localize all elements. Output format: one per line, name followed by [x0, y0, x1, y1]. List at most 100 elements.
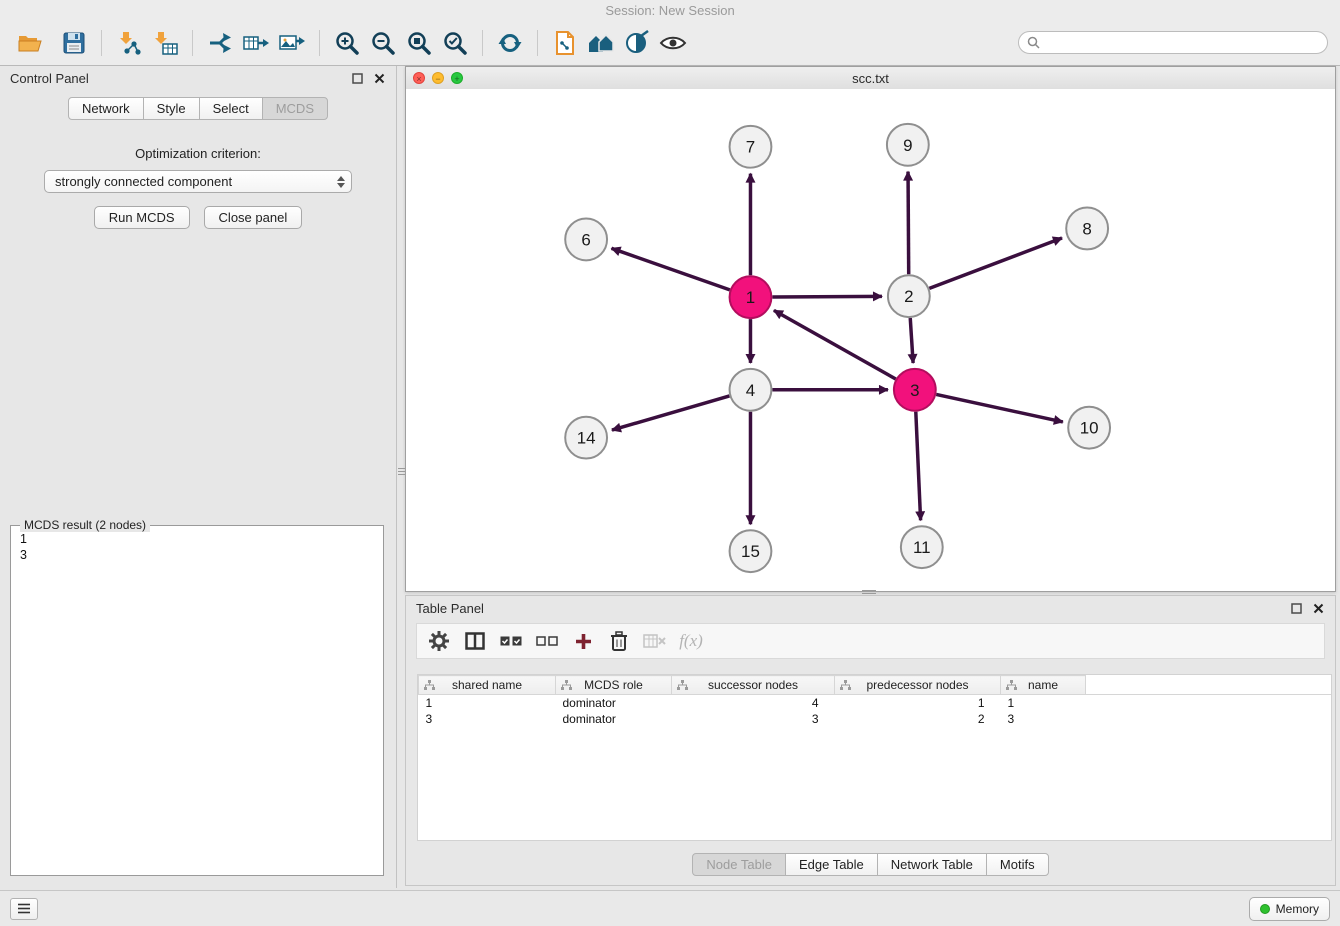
criterion-selected-value: strongly connected component	[55, 174, 232, 189]
column-header-filler	[1086, 676, 1332, 695]
graph-node-label: 10	[1080, 419, 1099, 438]
tab-network[interactable]: Network	[68, 97, 144, 120]
export-image-button[interactable]	[274, 25, 310, 61]
graph-node-label: 14	[577, 429, 596, 448]
select-all-button[interactable]	[495, 626, 527, 656]
graph-node-2[interactable]: 2	[888, 275, 930, 317]
table-panel-title: Table Panel	[416, 601, 484, 616]
maximize-window-button[interactable]: +	[451, 72, 463, 84]
graph-edge-3-10[interactable]	[936, 394, 1063, 421]
memory-button[interactable]: Memory	[1249, 897, 1330, 921]
new-network-from-selection-button[interactable]	[202, 25, 238, 61]
zoom-in-button[interactable]	[329, 25, 365, 61]
task-history-button[interactable]	[10, 898, 38, 920]
column-header-shared-name[interactable]: shared name	[419, 676, 556, 695]
graph-node-9[interactable]: 9	[887, 124, 929, 166]
node-table: shared name MCDS role successor nodesprede…	[418, 675, 1331, 727]
table-row[interactable]: 1dominator411	[419, 695, 1332, 712]
column-header-successor-nodes[interactable]: successor nodes	[672, 676, 835, 695]
graph-edge-3-11[interactable]	[916, 412, 921, 521]
zoom-selected-button[interactable]	[437, 25, 473, 61]
toggle-visibility-button[interactable]	[655, 25, 691, 61]
table-cell: 3	[1001, 711, 1086, 727]
save-session-button[interactable]	[56, 25, 92, 61]
graph-node-label: 8	[1082, 219, 1091, 238]
graph-edge-3-1[interactable]	[774, 310, 896, 379]
vertical-splitter-handle[interactable]	[398, 462, 405, 480]
delete-rows-button[interactable]	[603, 626, 635, 656]
graph-node-14[interactable]: 14	[565, 417, 607, 459]
tab-style[interactable]: Style	[143, 97, 200, 120]
close-window-button[interactable]: ×	[413, 72, 425, 84]
image-export-icon	[278, 31, 306, 55]
graph-node-15[interactable]: 15	[730, 530, 772, 572]
close-panel-action-button[interactable]: Close panel	[204, 206, 303, 229]
neighbors-button[interactable]	[583, 25, 619, 61]
criterion-select[interactable]: strongly connected component	[44, 170, 352, 193]
select-all-icon	[500, 634, 522, 648]
minimize-window-button[interactable]: −	[432, 72, 444, 84]
delete-table-icon	[643, 633, 667, 649]
graph-node-6[interactable]: 6	[565, 218, 607, 260]
delete-table-button[interactable]	[639, 626, 671, 656]
graph-node-label: 11	[913, 538, 931, 557]
column-header-mcds-role[interactable]: MCDS role	[556, 676, 672, 695]
horizontal-splitter-handle[interactable]	[860, 588, 878, 595]
column-tree-icon	[561, 680, 572, 690]
table-row[interactable]: 3dominator323	[419, 711, 1332, 727]
graph-edge-1-6[interactable]	[612, 248, 730, 290]
style-button[interactable]	[619, 25, 655, 61]
graph-edge-4-14[interactable]	[612, 396, 729, 430]
search-input[interactable]	[1045, 35, 1319, 51]
control-panel-float-button[interactable]	[350, 71, 364, 85]
apply-layout-button[interactable]	[492, 25, 528, 61]
graph-edge-2-3[interactable]	[910, 318, 913, 363]
open-session-button[interactable]	[12, 25, 48, 61]
houses-icon	[586, 31, 616, 55]
node-table-area: shared name MCDS role successor nodesprede…	[417, 674, 1332, 841]
table-tab-edge-table[interactable]: Edge Table	[785, 853, 878, 876]
table-cell: dominator	[556, 695, 672, 712]
add-row-icon	[574, 632, 593, 651]
graph-node-10[interactable]: 10	[1068, 407, 1110, 449]
table-tab-motifs[interactable]: Motifs	[986, 853, 1049, 876]
run-mcds-button[interactable]: Run MCDS	[94, 206, 190, 229]
zoom-out-button[interactable]	[365, 25, 401, 61]
column-header-predecessor-nodes[interactable]: predecessor nodes	[835, 676, 1001, 695]
table-tab-node-table[interactable]: Node Table	[692, 853, 786, 876]
graph-node-label: 3	[910, 381, 919, 400]
table-settings-button[interactable]	[423, 626, 455, 656]
graph-node-8[interactable]: 8	[1066, 208, 1108, 250]
table-panel-close-button[interactable]	[1311, 601, 1325, 615]
tab-mcds[interactable]: MCDS	[262, 97, 328, 120]
graph-node-7[interactable]: 7	[730, 126, 772, 168]
zoom-fit-icon	[406, 30, 432, 56]
column-header-name[interactable]: name	[1001, 676, 1086, 695]
import-network-button[interactable]	[111, 25, 147, 61]
mcds-result-title: MCDS result (2 nodes)	[20, 518, 150, 532]
graph-node-4[interactable]: 4	[730, 369, 772, 411]
column-visibility-button[interactable]	[459, 626, 491, 656]
export-table-button[interactable]	[238, 25, 274, 61]
zoom-in-icon	[334, 30, 360, 56]
graph-node-3[interactable]: 3	[894, 369, 936, 411]
graph-edge-2-8[interactable]	[929, 238, 1062, 288]
deselect-all-button[interactable]	[531, 626, 563, 656]
mcds-result-list: 13	[11, 526, 383, 568]
graph-node-11[interactable]: 11	[901, 526, 943, 568]
network-canvas[interactable]: 7 9 6 8 1 2 4 3 14 10 15 11	[406, 89, 1335, 591]
table-tab-network-table[interactable]: Network Table	[877, 853, 987, 876]
graph-edge-1-2[interactable]	[772, 296, 882, 297]
graph-node-1[interactable]: 1	[730, 276, 772, 318]
add-row-button[interactable]	[567, 626, 599, 656]
graph-edge-2-9[interactable]	[908, 172, 909, 275]
table-panel-float-button[interactable]	[1289, 601, 1303, 615]
zoom-fit-button[interactable]	[401, 25, 437, 61]
control-panel: Control Panel NetworkStyleSelectMCDS Opt…	[0, 66, 397, 888]
network-file-button[interactable]	[547, 25, 583, 61]
control-panel-close-button[interactable]	[372, 71, 386, 85]
column-header-label: MCDS role	[584, 678, 643, 692]
tab-select[interactable]: Select	[199, 97, 263, 120]
function-builder-button[interactable]: f(x)	[675, 626, 707, 656]
import-table-button[interactable]	[147, 25, 183, 61]
